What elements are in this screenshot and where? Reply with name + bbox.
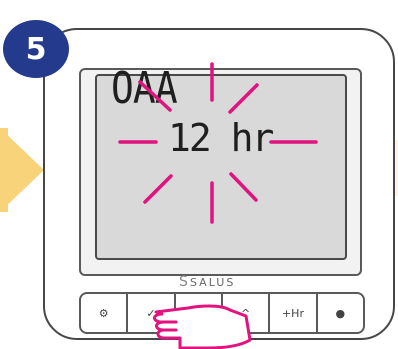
blink-ray bbox=[229, 172, 258, 202]
blink-ray bbox=[228, 83, 259, 114]
blink-ray bbox=[143, 174, 173, 204]
salus-logo: SALUS bbox=[190, 276, 236, 289]
pointing-hand-icon bbox=[153, 304, 252, 349]
gear-icon: ⚙ bbox=[98, 306, 109, 320]
info-button[interactable]: ● bbox=[315, 292, 365, 334]
plus-hour-button[interactable]: +Hr bbox=[268, 292, 318, 334]
settings-button[interactable]: ⚙ bbox=[79, 292, 129, 334]
plus-hour-label: +Hr bbox=[281, 306, 304, 320]
info-icon: ● bbox=[335, 306, 346, 320]
salus-logo-symbol: S bbox=[179, 274, 188, 290]
blink-ray bbox=[138, 80, 172, 112]
